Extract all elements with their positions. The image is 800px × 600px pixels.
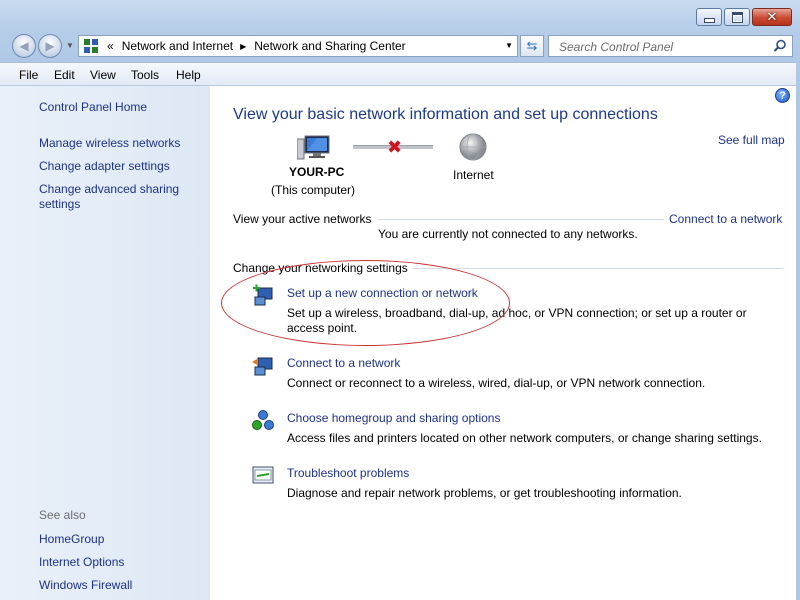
task-troubleshoot-link[interactable]: Troubleshoot problems: [287, 466, 409, 480]
address-bar[interactable]: « Network and Internet ▶ Network and Sha…: [78, 35, 518, 57]
close-button[interactable]: ✕: [752, 8, 792, 26]
breadcrumb-arrow-icon[interactable]: ▶: [240, 42, 246, 51]
refresh-icon: ⇆: [526, 38, 538, 53]
see-also-homegroup[interactable]: HomeGroup: [39, 532, 104, 547]
connect-to-network-link[interactable]: Connect to a network: [669, 212, 782, 226]
window-border: [796, 62, 800, 600]
maximize-button[interactable]: [724, 8, 750, 26]
search-icon[interactable]: [773, 39, 787, 53]
breadcrumb-network-sharing-center[interactable]: Network and Sharing Center: [254, 39, 405, 53]
search-input[interactable]: [557, 37, 766, 57]
connection-status-text: You are currently not connected to any n…: [378, 227, 638, 241]
active-networks-heading: View your active networks: [233, 212, 372, 226]
search-box: [548, 35, 793, 57]
navigation-bar: ◀ ▶ ▼ « Network and Internet ▶ Network a…: [0, 32, 800, 60]
computer-icon[interactable]: [297, 133, 331, 163]
menu-bar: File Edit View Tools Help: [0, 62, 800, 86]
internet-label: Internet: [453, 168, 494, 182]
homegroup-icon[interactable]: [251, 409, 275, 433]
divider: [378, 219, 664, 220]
back-button[interactable]: ◀: [12, 34, 36, 58]
page-title: View your basic network information and …: [233, 106, 658, 123]
forward-button[interactable]: ▶: [38, 34, 62, 58]
caption-buttons: ✕: [694, 8, 792, 26]
main-content: ? View your basic network information an…: [210, 86, 796, 600]
see-also-heading: See also: [39, 508, 86, 522]
computer-name: YOUR-PC: [289, 165, 345, 179]
minimize-icon: [703, 17, 715, 23]
menu-file[interactable]: File: [19, 68, 38, 82]
sidebar: Control Panel Home Manage wireless netwo…: [0, 86, 210, 600]
menu-edit[interactable]: Edit: [54, 68, 75, 82]
internet-globe-icon[interactable]: [458, 132, 488, 162]
disconnected-x-icon[interactable]: ✖: [387, 137, 402, 158]
minimize-button[interactable]: [696, 8, 722, 26]
forward-arrow-icon: ▶: [45, 39, 55, 53]
close-icon: ✕: [766, 9, 778, 25]
sidebar-item-advanced-sharing[interactable]: Change advanced sharing settings: [39, 182, 199, 212]
maximize-icon: [731, 11, 743, 23]
see-also-internet-options[interactable]: Internet Options: [39, 555, 124, 570]
breadcrumb-network-and-internet[interactable]: Network and Internet: [122, 39, 233, 53]
troubleshoot-icon[interactable]: [251, 464, 275, 488]
menu-view[interactable]: View: [90, 68, 116, 82]
sidebar-item-change-adapter[interactable]: Change adapter settings: [39, 159, 170, 174]
task-troubleshoot-desc: Diagnose and repair network problems, or…: [287, 486, 682, 500]
control-panel-icon: [84, 39, 98, 53]
task-connect-network-link[interactable]: Connect to a network: [287, 356, 400, 370]
network-sharing-center-window: ✕ ◀ ▶ ▼ « Network and Internet ▶ Network…: [0, 0, 800, 600]
address-overflow-chevron[interactable]: «: [107, 39, 114, 53]
highlight-annotation-oval: [221, 260, 510, 346]
address-dropdown-icon[interactable]: ▼: [505, 41, 513, 50]
divider: [413, 268, 783, 269]
see-full-map-link[interactable]: See full map: [718, 133, 785, 147]
menu-help[interactable]: Help: [176, 68, 201, 82]
recent-pages-dropdown-icon[interactable]: ▼: [66, 41, 74, 50]
refresh-button[interactable]: ⇆: [520, 35, 544, 57]
computer-subtitle: (This computer): [271, 183, 356, 197]
task-homegroup-desc: Access files and printers located on oth…: [287, 431, 762, 445]
menu-tools[interactable]: Tools: [131, 68, 159, 82]
back-arrow-icon: ◀: [19, 39, 29, 53]
task-connect-network-desc: Connect or reconnect to a wireless, wire…: [287, 376, 706, 390]
sidebar-control-panel-home[interactable]: Control Panel Home: [39, 100, 147, 115]
task-homegroup-link[interactable]: Choose homegroup and sharing options: [287, 411, 500, 425]
see-also-windows-firewall[interactable]: Windows Firewall: [39, 578, 132, 593]
sidebar-item-manage-wireless[interactable]: Manage wireless networks: [39, 136, 180, 151]
help-icon[interactable]: ?: [775, 88, 790, 103]
connect-network-icon[interactable]: [251, 354, 275, 378]
